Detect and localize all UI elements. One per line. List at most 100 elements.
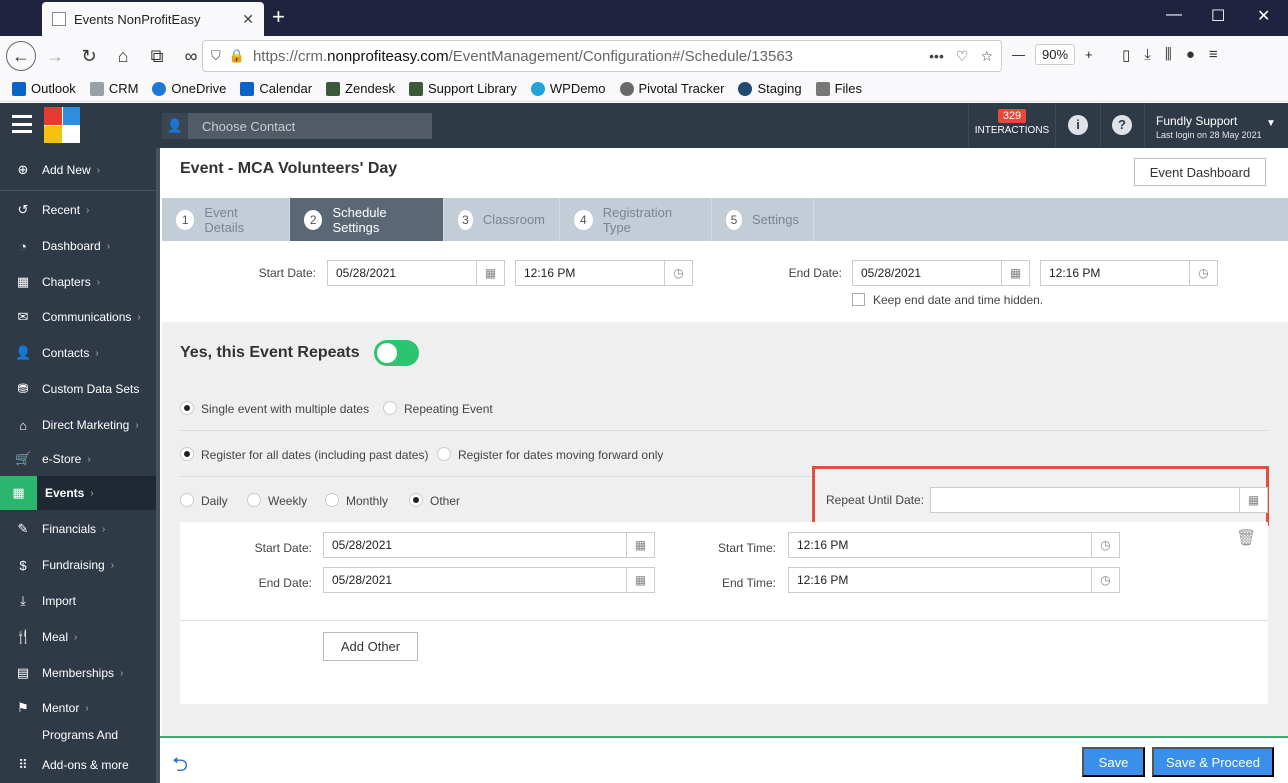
- sidebar-item-e-store[interactable]: 🛒 e-Store ›: [0, 442, 160, 476]
- hamburger-menu-icon[interactable]: [12, 115, 32, 133]
- monthly-radio[interactable]: [325, 493, 339, 507]
- sidebar-item-contacts[interactable]: 👤 Contacts ›: [0, 336, 160, 370]
- end-date-input[interactable]: 05/28/2021 ▦: [852, 260, 1030, 286]
- back-arrow-icon[interactable]: ⮌: [172, 750, 188, 783]
- bookmark-crm[interactable]: CRM: [89, 81, 138, 96]
- pocket-icon[interactable]: ♡: [956, 48, 969, 65]
- calendar-icon[interactable]: ▦: [626, 533, 654, 557]
- daily-radio[interactable]: [180, 493, 194, 507]
- browser-tab[interactable]: Events NonProfitEasy ✕: [42, 2, 264, 36]
- sidebar-item-recent[interactable]: ↺ Recent ›: [0, 193, 160, 227]
- repeat-toggle[interactable]: [374, 340, 419, 366]
- other-start-date-input[interactable]: 05/28/2021 ▦: [323, 532, 655, 558]
- user-menu[interactable]: Fundly Support Last login on 28 May 2021…: [1156, 114, 1276, 140]
- calendar-icon[interactable]: ▦: [476, 261, 504, 285]
- back-icon[interactable]: ←: [6, 41, 36, 71]
- info-icon[interactable]: i: [1068, 115, 1088, 135]
- url-text[interactable]: https://crm.nonprofiteasy.com/EventManag…: [253, 48, 917, 65]
- minimize-icon[interactable]: —: [1166, 6, 1182, 24]
- bookmark-support-library[interactable]: Support Library: [408, 81, 517, 96]
- bookmark-files[interactable]: Files: [815, 81, 862, 96]
- clock-icon[interactable]: ◷: [1091, 533, 1119, 557]
- weekly-radio[interactable]: [247, 493, 261, 507]
- save-button[interactable]: Save: [1082, 747, 1145, 777]
- event-dashboard-button[interactable]: Event Dashboard: [1134, 158, 1266, 186]
- single-event-radio[interactable]: [180, 401, 194, 415]
- new-container-icon[interactable]: ⧉: [142, 41, 172, 71]
- calendar-icon[interactable]: ▦: [626, 568, 654, 592]
- clock-icon[interactable]: ◷: [1091, 568, 1119, 592]
- sidebar-item-events[interactable]: ▦ Events ›: [0, 476, 160, 510]
- shield-icon[interactable]: ⛉: [211, 48, 221, 64]
- zoom-in-icon[interactable]: +: [1085, 47, 1093, 62]
- download-icon[interactable]: ⤓: [1144, 46, 1151, 64]
- sidebar-scrollbar[interactable]: [156, 148, 160, 783]
- app-logo[interactable]: [44, 107, 80, 143]
- start-time-input[interactable]: 12:16 PM ◷: [515, 260, 693, 286]
- sidebar-item-memberships[interactable]: ▤ Memberships ›: [0, 656, 160, 690]
- other-radio[interactable]: [409, 493, 423, 507]
- forward-icon[interactable]: →: [40, 41, 70, 71]
- bookmark-star-icon[interactable]: ☆: [980, 48, 993, 65]
- menu-icon[interactable]: ≡: [1209, 46, 1218, 64]
- register-all-radio[interactable]: [180, 447, 194, 461]
- bookmark-pivotal-tracker[interactable]: Pivotal Tracker: [619, 81, 724, 96]
- home-icon[interactable]: ⌂: [108, 41, 138, 71]
- other-end-date-input[interactable]: 05/28/2021 ▦: [323, 567, 655, 593]
- sidebar-item-direct-marketing[interactable]: ⌂ Direct Marketing ›: [0, 408, 160, 442]
- sidebar-item-import[interactable]: ⤓ Import: [0, 584, 160, 618]
- keep-hidden-checkbox[interactable]: [852, 293, 865, 306]
- sidebar-item-communications[interactable]: ✉ Communications ›: [0, 300, 160, 334]
- new-tab-icon[interactable]: +: [272, 4, 285, 30]
- sidebar-item-financials[interactable]: ✎ Financials ›: [0, 512, 160, 546]
- sidebar-item-chapters[interactable]: ▦ Chapters ›: [0, 265, 160, 299]
- maximize-icon[interactable]: ☐: [1211, 6, 1225, 26]
- tab-registration-type[interactable]: 4 Registration Type: [560, 198, 712, 241]
- chevron-down-icon[interactable]: ▼: [1266, 118, 1276, 129]
- bookmark-onedrive[interactable]: OneDrive: [152, 81, 226, 96]
- clock-icon[interactable]: ◷: [1189, 261, 1217, 285]
- bookmark-staging[interactable]: Staging: [738, 81, 802, 96]
- tab-classroom[interactable]: 3 Classroom: [444, 198, 560, 241]
- calendar-icon[interactable]: ▦: [1001, 261, 1029, 285]
- bookmark-calendar[interactable]: Calendar: [240, 81, 312, 96]
- sidebar-item-custom-data-sets[interactable]: ⛃ Custom Data Sets: [0, 372, 160, 406]
- profile-avatar-icon[interactable]: ●: [1186, 46, 1195, 64]
- reader-icon[interactable]: ▯: [1122, 46, 1130, 64]
- url-bar[interactable]: ⛉ 🔒 https://crm.nonprofiteasy.com/EventM…: [202, 40, 1002, 72]
- sidebar-item-meal[interactable]: 🍴 Meal ›: [0, 620, 160, 654]
- tab-settings[interactable]: 5 Settings: [712, 198, 814, 241]
- add-other-button[interactable]: Add Other: [323, 632, 418, 661]
- lock-icon[interactable]: 🔒: [229, 48, 245, 64]
- repeating-event-radio[interactable]: [383, 401, 397, 415]
- register-forward-radio[interactable]: [437, 447, 451, 461]
- repeat-until-input[interactable]: ▦: [930, 487, 1268, 513]
- calendar-icon[interactable]: ▦: [1239, 488, 1267, 512]
- sidebar-item-mentor[interactable]: ⚑ Mentor ›: [0, 691, 160, 725]
- sidebar-item-add-new[interactable]: ⊕ Add New ›: [0, 153, 160, 187]
- clock-icon[interactable]: ◷: [664, 261, 692, 285]
- end-time-input[interactable]: 12:16 PM ◷: [1040, 260, 1218, 286]
- other-end-time-input[interactable]: 12:16 PM ◷: [788, 567, 1120, 593]
- sidebar-item-dashboard[interactable]: ◔ Dashboard ›: [0, 229, 160, 263]
- zoom-out-icon[interactable]: —: [1012, 47, 1025, 62]
- bookmark-zendesk[interactable]: Zendesk: [326, 81, 395, 96]
- page-actions-icon[interactable]: •••: [929, 48, 944, 64]
- tab-event-details[interactable]: 1 Event Details: [162, 198, 290, 241]
- reload-icon[interactable]: ↻: [74, 41, 104, 71]
- close-window-icon[interactable]: ✕: [1257, 6, 1270, 26]
- close-tab-icon[interactable]: ✕: [242, 11, 254, 28]
- sidebar-item-fundraising[interactable]: $ Fundraising ›: [0, 548, 160, 582]
- tab-schedule-settings[interactable]: 2 Schedule Settings: [290, 198, 444, 241]
- other-start-time-input[interactable]: 12:16 PM ◷: [788, 532, 1120, 558]
- bookmark-outlook[interactable]: Outlook: [12, 81, 76, 96]
- trash-icon[interactable]: 🗑: [1236, 528, 1256, 547]
- choose-contact-search[interactable]: 👤 Choose Contact: [162, 113, 432, 139]
- sidebar-item-add-ons[interactable]: ⠿ Add-ons & more: [0, 748, 160, 782]
- library-icon[interactable]: ⫼: [1165, 46, 1172, 64]
- sidebar-item-programs[interactable]: Programs And: [0, 725, 160, 745]
- interactions-button[interactable]: 329 INTERACTIONS: [968, 103, 1056, 148]
- bookmark-wpdemo[interactable]: WPDemo: [530, 81, 606, 96]
- save-proceed-button[interactable]: Save & Proceed: [1152, 747, 1274, 777]
- help-icon[interactable]: ?: [1112, 115, 1132, 135]
